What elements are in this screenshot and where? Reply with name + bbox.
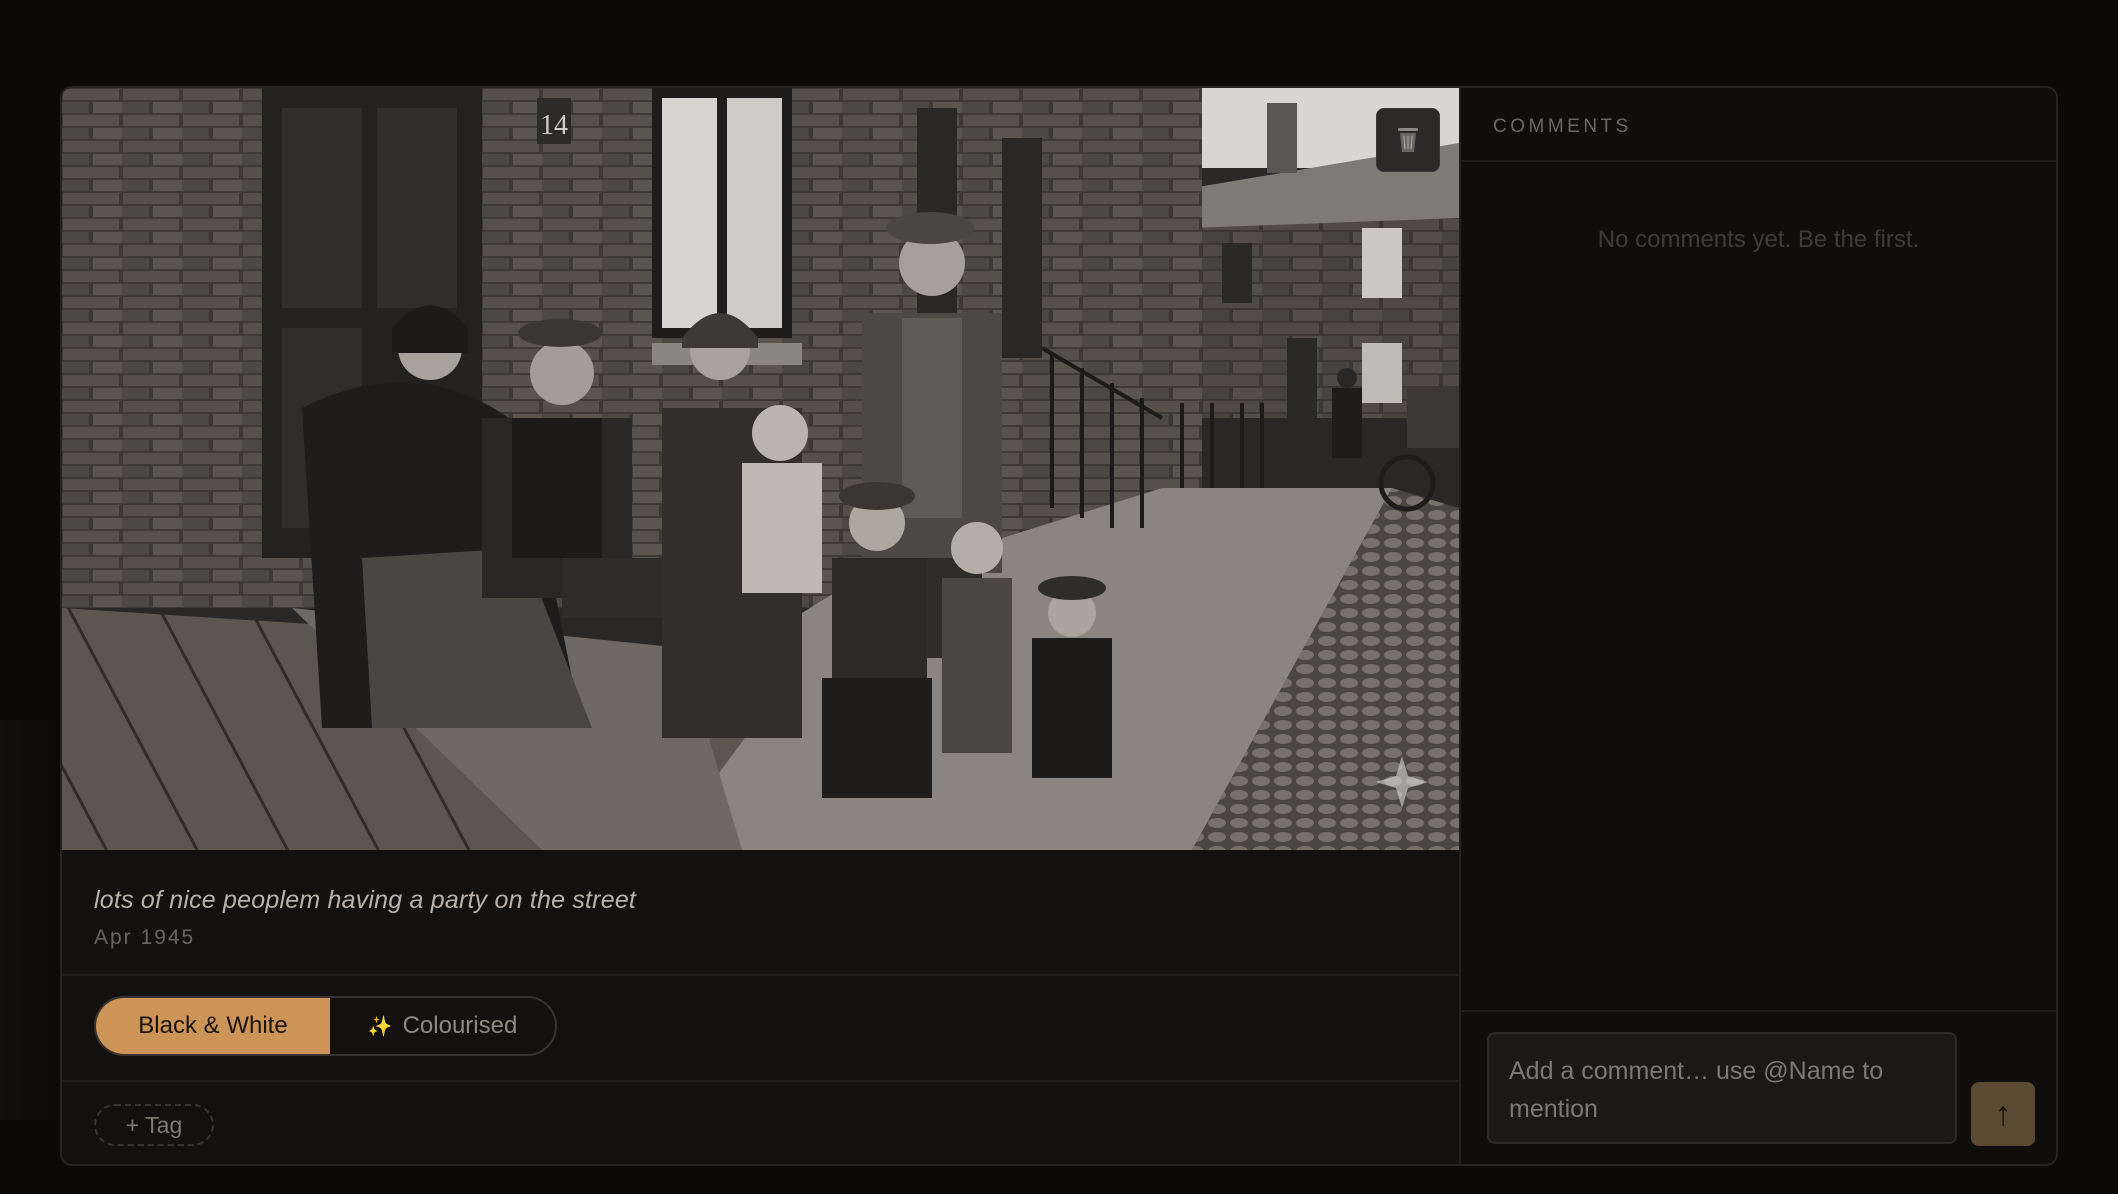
comment-composer: Add a comment… use @Name to mention xyxy=(1461,1010,2056,1164)
photo-modal: 14 lots of nice peoplem having a party o… xyxy=(60,86,2058,1166)
toggle-black-white[interactable]: Black & White xyxy=(96,998,330,1054)
divider xyxy=(62,974,1459,976)
comments-header: COMMENTS xyxy=(1461,88,2056,162)
toggle-black-white-label: Black & White xyxy=(138,1012,288,1039)
door-number: 14 xyxy=(540,110,568,141)
photo: 14 xyxy=(62,88,1459,850)
comments-pane: COMMENTS No comments yet. Be the first. … xyxy=(1459,88,2056,1164)
comment-input[interactable]: Add a comment… use @Name to mention xyxy=(1487,1032,1957,1144)
divider xyxy=(62,1080,1459,1082)
colour-mode-toggle: Black & White ✨ Colourised xyxy=(94,996,557,1056)
send-comment-button[interactable]: ↑ xyxy=(1971,1082,2035,1146)
add-tag-button[interactable]: + Tag xyxy=(94,1104,214,1146)
sparkles-icon: ✨ xyxy=(367,1015,393,1038)
photo-image: 14 xyxy=(62,88,1459,850)
comments-empty-message: No comments yet. Be the first. xyxy=(1597,226,1920,253)
photo-pane: 14 lots of nice peoplem having a party o… xyxy=(62,88,1459,1164)
arrow-up-icon: ↑ xyxy=(1971,1082,2035,1146)
photo-caption: lots of nice peoplem having a party on t… xyxy=(94,886,637,914)
toggle-colourised[interactable]: ✨ Colourised xyxy=(330,998,555,1054)
trash-icon xyxy=(1398,128,1418,152)
delete-photo-button[interactable] xyxy=(1376,108,1440,172)
photo-date: Apr 1945 xyxy=(94,926,196,949)
backdrop xyxy=(0,720,60,1120)
toggle-colourised-label: Colourised xyxy=(402,1012,518,1039)
comments-title: COMMENTS xyxy=(1493,116,1632,137)
